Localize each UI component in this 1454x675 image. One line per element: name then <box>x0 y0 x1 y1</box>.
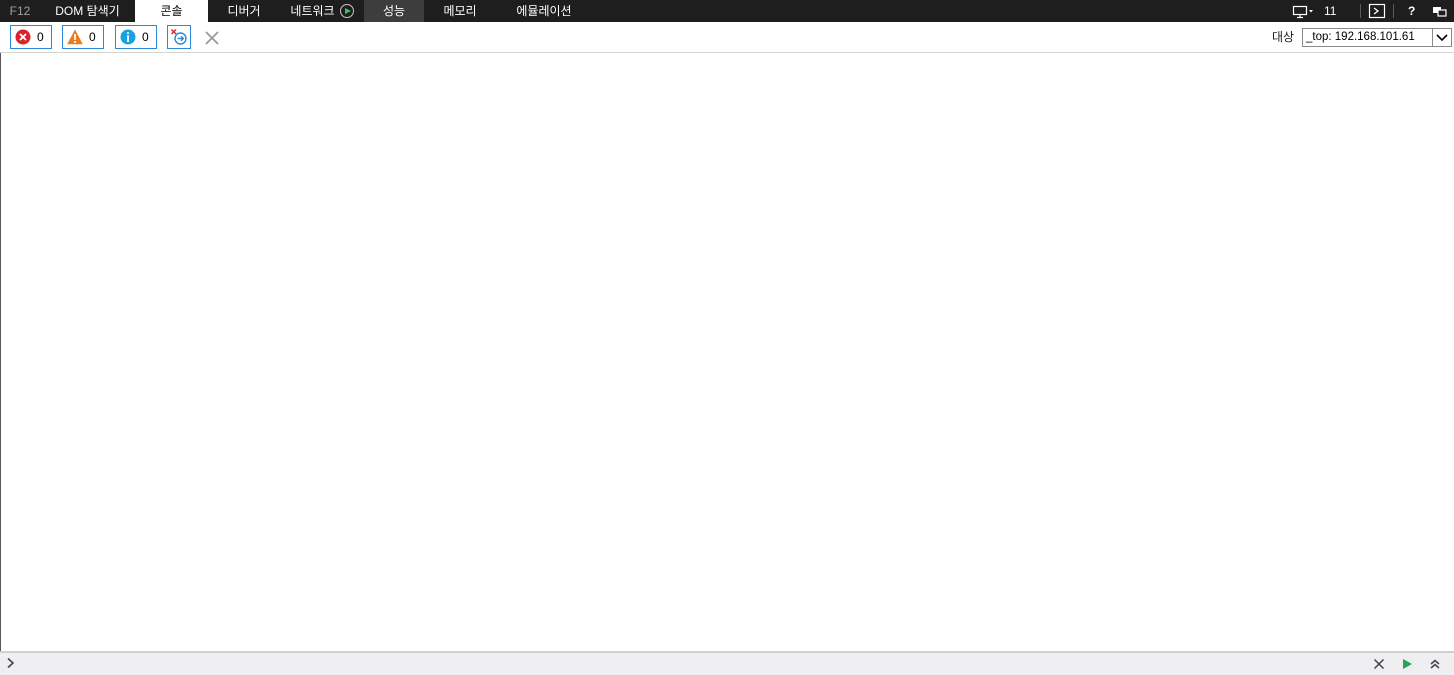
info-filter-button[interactable]: 0 <box>115 25 157 49</box>
tab-label: 콘솔 <box>160 4 183 18</box>
target-frame-select[interactable]: _top: 192.168.101.61 <box>1302 28 1452 47</box>
network-capture-play-icon[interactable] <box>339 4 354 18</box>
target-label: 대상 <box>1272 30 1295 44</box>
undock-icon <box>1433 7 1447 17</box>
monitor-icon <box>1292 5 1313 19</box>
clear-console-icon[interactable] <box>203 29 221 47</box>
tab-label: DOM 탐색기 <box>55 4 120 18</box>
dropdown-button[interactable] <box>1432 29 1451 46</box>
errors-count: 0 <box>37 30 44 44</box>
chevron-prompt-icon <box>7 657 15 669</box>
tab-label: 디버거 <box>227 4 261 18</box>
tab-label: 네트워크 <box>290 4 335 18</box>
warnings-filter-button[interactable]: 0 <box>62 25 104 49</box>
info-icon <box>120 29 136 45</box>
tab-dom-explorer[interactable]: DOM 탐색기 <box>40 0 135 22</box>
f12-label: F12 <box>9 4 31 18</box>
undock-button[interactable] <box>1432 0 1448 22</box>
toolbar-separator <box>1393 4 1394 18</box>
console-prompt-button[interactable] <box>1368 0 1386 22</box>
target-frame-value: _top: 192.168.101.61 <box>1306 31 1415 43</box>
help-icon[interactable]: ? <box>1408 0 1415 22</box>
console-command-input[interactable] <box>20 655 1360 673</box>
tab-debugger[interactable]: 디버거 <box>208 0 280 22</box>
console-output[interactable] <box>0 53 1454 651</box>
tab-label: 성능 <box>382 4 406 18</box>
toolbar-separator <box>1360 4 1361 18</box>
warnings-count: 0 <box>89 30 96 44</box>
chevron-down-icon <box>1436 34 1448 42</box>
console-input-bar <box>0 651 1454 675</box>
console-toolbar: 0 0 0 대상 _top: 192.168.101.61 <box>0 22 1454 53</box>
tab-label: 메모리 <box>443 4 477 18</box>
clear-on-navigate-icon <box>171 29 187 45</box>
errors-filter-button[interactable]: 0 <box>10 25 52 49</box>
expand-multiline-icon[interactable] <box>1427 656 1443 672</box>
console-prompt-icon <box>1368 3 1386 19</box>
error-icon <box>15 29 31 45</box>
warning-icon <box>67 29 83 45</box>
browser-version-value: 11 <box>1324 4 1337 18</box>
clear-input-icon[interactable] <box>1371 656 1387 672</box>
tab-label: 에뮬레이션 <box>516 4 572 18</box>
tab-console[interactable]: 콘솔 <box>135 0 208 22</box>
tab-memory[interactable]: 메모리 <box>424 0 496 22</box>
info-count: 0 <box>142 30 149 44</box>
tab-performance[interactable]: 성능 <box>364 0 424 22</box>
tab-emulation[interactable]: 에뮬레이션 <box>496 0 592 22</box>
run-icon[interactable] <box>1399 656 1415 672</box>
clear-on-navigate-toggle[interactable] <box>167 25 191 49</box>
devtools-tab-bar: F12 DOM 탐색기 콘솔 디버거 네트워크 성능 메모리 에뮬레이션 11 … <box>0 0 1454 22</box>
tab-network[interactable]: 네트워크 <box>280 0 364 22</box>
browser-version-dropdown[interactable] <box>1292 0 1322 22</box>
